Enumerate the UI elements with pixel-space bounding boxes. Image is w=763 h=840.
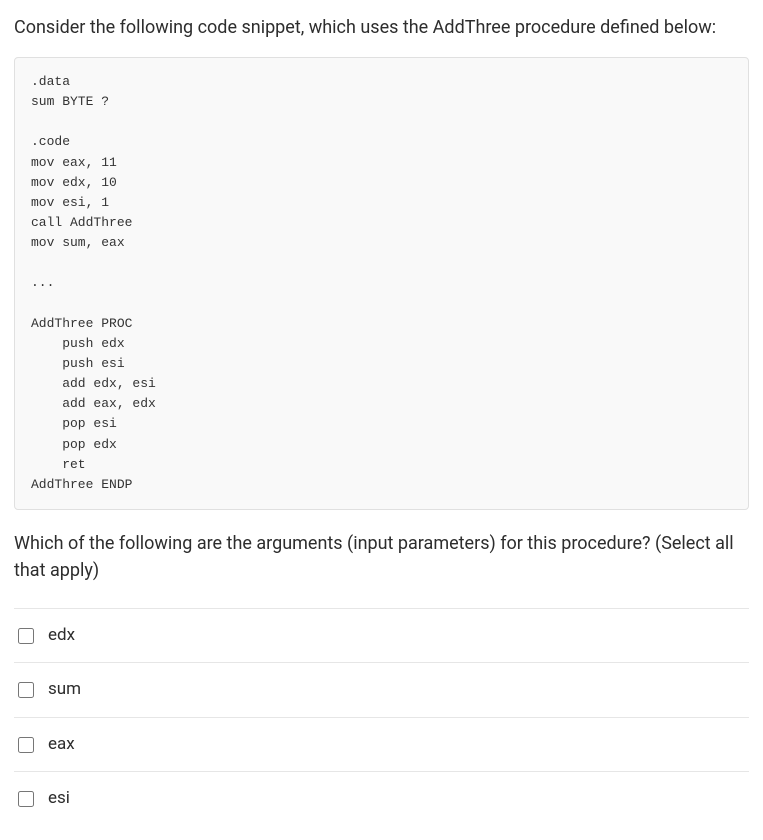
code-block: .data sum BYTE ? .code mov eax, 11 mov e… bbox=[14, 57, 749, 510]
options-list: edx sum eax esi bbox=[14, 608, 749, 826]
option-row[interactable]: esi bbox=[14, 771, 749, 826]
option-label: esi bbox=[48, 786, 70, 812]
option-checkbox[interactable] bbox=[18, 737, 34, 753]
option-row[interactable]: edx bbox=[14, 608, 749, 663]
option-label: sum bbox=[48, 677, 81, 703]
question-intro: Consider the following code snippet, whi… bbox=[14, 14, 749, 41]
option-row[interactable]: eax bbox=[14, 717, 749, 772]
option-checkbox[interactable] bbox=[18, 682, 34, 698]
option-label: eax bbox=[48, 732, 75, 758]
option-row[interactable]: sum bbox=[14, 662, 749, 717]
option-label: edx bbox=[48, 623, 75, 649]
option-checkbox[interactable] bbox=[18, 628, 34, 644]
question-prompt: Which of the following are the arguments… bbox=[14, 530, 749, 584]
option-checkbox[interactable] bbox=[18, 791, 34, 807]
